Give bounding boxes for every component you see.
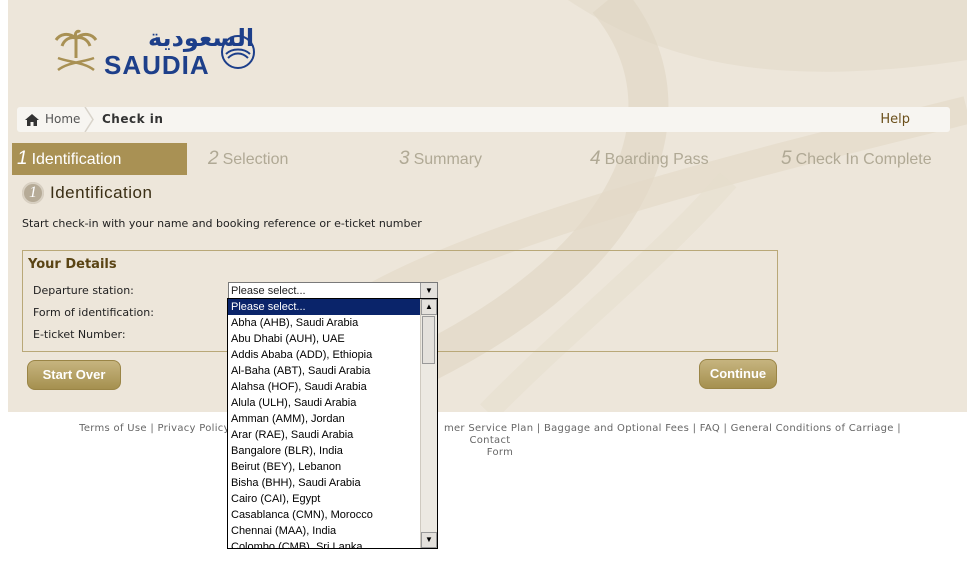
dropdown-option[interactable]: Cairo (CAI), Egypt xyxy=(228,491,421,507)
form-of-identification-label: Form of identification: xyxy=(33,306,154,319)
step-label: Boarding Pass xyxy=(604,151,709,168)
step-selection: 2 Selection xyxy=(208,143,288,175)
chevron-down-icon[interactable]: ▼ xyxy=(420,283,437,299)
step-number: 3 xyxy=(399,148,410,169)
your-details-title: Your Details xyxy=(28,257,117,272)
breadcrumb-separator xyxy=(84,107,94,132)
skyteam-icon xyxy=(221,35,255,69)
step-number: 1 xyxy=(17,148,28,169)
step-label: Check In Complete xyxy=(795,151,932,168)
help-link[interactable]: Help xyxy=(880,107,910,132)
home-icon xyxy=(25,113,39,126)
step-check-in-complete: 5 Check In Complete xyxy=(781,143,932,175)
section-heading: 1 Identification xyxy=(22,182,152,204)
dropdown-scrollbar[interactable]: ▲ ▼ xyxy=(420,299,437,548)
dropdown-option[interactable]: Bisha (BHH), Saudi Arabia xyxy=(228,475,421,491)
footer-contact-form[interactable]: Form xyxy=(487,447,513,458)
step-label: Identification xyxy=(31,151,122,168)
dropdown-option[interactable]: Chennai (MAA), India xyxy=(228,523,421,539)
dropdown-option[interactable]: Addis Ababa (ADD), Ethiopia xyxy=(228,347,421,363)
dropdown-option[interactable]: Please select... xyxy=(228,299,421,315)
breadcrumb-home[interactable]: Home xyxy=(25,107,80,132)
step-number: 4 xyxy=(590,148,601,169)
departure-station-value: Please select... xyxy=(231,285,306,297)
footer-links: Terms of Use | Privacy Policy | mer Serv… xyxy=(60,423,920,459)
dropdown-option[interactable]: Beirut (BEY), Lebanon xyxy=(228,459,421,475)
dropdown-option[interactable]: Bangalore (BLR), India xyxy=(228,443,421,459)
step-summary: 3 Summary xyxy=(399,143,482,175)
page-panel: السعودية SAUDIA Home Check in Help 1 Iden… xyxy=(8,0,967,412)
palm-swords-icon xyxy=(54,29,98,72)
departure-station-label: Departure station: xyxy=(33,284,134,297)
section-title: Identification xyxy=(50,183,153,202)
dropdown-option[interactable]: Casablanca (CMN), Morocco xyxy=(228,507,421,523)
step-number: 2 xyxy=(208,148,219,169)
dropdown-option[interactable]: Arar (RAE), Saudi Arabia xyxy=(228,427,421,443)
dropdown-option[interactable]: Al-Baha (ABT), Saudi Arabia xyxy=(228,363,421,379)
scroll-up-icon[interactable]: ▲ xyxy=(421,299,437,315)
step-label: Summary xyxy=(413,151,483,168)
dropdown-option[interactable]: Amman (AMM), Jordan xyxy=(228,411,421,427)
section-number-badge: 1 xyxy=(22,182,44,204)
continue-button[interactable]: Continue xyxy=(699,359,777,389)
start-over-button[interactable]: Start Over xyxy=(27,360,121,390)
breadcrumb-home-label: Home xyxy=(45,112,81,126)
dropdown-option[interactable]: Alahsa (HOF), Saudi Arabia xyxy=(228,379,421,395)
dropdown-option[interactable]: Abu Dhabi (AUH), UAE xyxy=(228,331,421,347)
footer-links-right[interactable]: mer Service Plan | Baggage and Optional … xyxy=(444,423,901,446)
breadcrumb-current: Check in xyxy=(102,112,164,126)
dropdown-option[interactable]: Abha (AHB), Saudi Arabia xyxy=(228,315,421,331)
dropdown-options: Please select... Abha (AHB), Saudi Arabia… xyxy=(228,299,421,548)
progress-steps: 1 Identification 2 Selection 3 Summary 4 Boa… xyxy=(12,143,967,175)
footer-links-left[interactable]: Terms of Use | Privacy Policy | xyxy=(79,423,237,434)
section-intro: Start check-in with your name and bookin… xyxy=(22,217,422,230)
e-ticket-number-label: E-ticket Number: xyxy=(33,328,126,341)
scroll-thumb[interactable] xyxy=(422,316,435,364)
logo-latin-text: SAUDIA xyxy=(104,50,210,80)
dropdown-option[interactable]: Alula (ULH), Saudi Arabia xyxy=(228,395,421,411)
saudia-logo[interactable]: السعودية SAUDIA xyxy=(52,24,272,80)
step-boarding-pass: 4 Boarding Pass xyxy=(590,143,709,175)
dropdown-option[interactable]: Colombo (CMB), Sri Lanka xyxy=(228,539,421,548)
step-identification: 1 Identification xyxy=(12,143,187,175)
breadcrumb: Home Check in Help xyxy=(17,107,950,132)
step-number: 5 xyxy=(781,148,792,169)
step-label: Selection xyxy=(222,151,289,168)
departure-station-dropdown[interactable]: Please select... Abha (AHB), Saudi Arabia… xyxy=(227,298,438,549)
scroll-down-icon[interactable]: ▼ xyxy=(421,532,437,548)
